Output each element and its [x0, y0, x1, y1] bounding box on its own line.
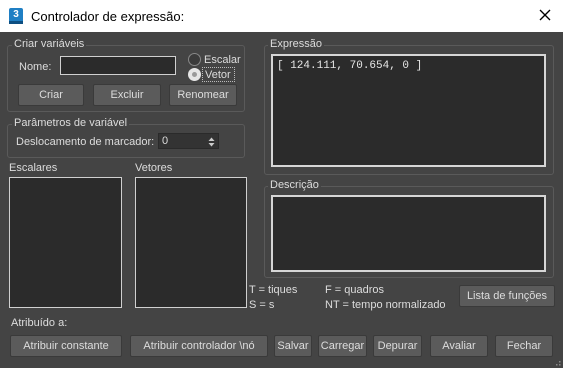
- name-label: Nome:: [19, 61, 52, 73]
- close-icon[interactable]: [536, 6, 554, 24]
- window-title: Controlador de expressão:: [31, 9, 185, 24]
- scalars-list[interactable]: [9, 177, 122, 308]
- assign-controller-button[interactable]: Atribuir controlador \nó: [130, 335, 268, 357]
- offset-value: 0: [162, 135, 169, 147]
- assign-constant-button[interactable]: Atribuir constante: [10, 335, 122, 357]
- vector-radio[interactable]: [188, 68, 201, 81]
- ticks-legend: T = tiques: [249, 284, 298, 296]
- create-variables-label: Criar variáveis: [12, 38, 87, 50]
- scalar-radio-label[interactable]: Escalar: [204, 54, 241, 66]
- create-button[interactable]: Criar: [18, 84, 84, 106]
- evaluate-button[interactable]: Avaliar: [430, 335, 488, 357]
- scalar-radio[interactable]: [188, 53, 201, 66]
- offset-spinner[interactable]: 0: [158, 133, 219, 149]
- vectors-list[interactable]: [135, 177, 247, 308]
- load-button[interactable]: Carregar: [318, 335, 367, 357]
- resize-grip-icon[interactable]: [553, 358, 561, 366]
- normalized-time-legend: NT = tempo normalizado: [325, 299, 446, 311]
- frames-legend: F = quadros: [325, 284, 385, 296]
- app-icon: 3: [9, 8, 23, 24]
- rename-button[interactable]: Renomear: [169, 84, 237, 106]
- vectors-label: Vetores: [135, 162, 173, 174]
- delete-button[interactable]: Excluir: [93, 84, 161, 106]
- seconds-legend: S = s: [249, 299, 275, 311]
- expression-editor[interactable]: [ 124.111, 70.654, 0 ]: [271, 54, 546, 167]
- debug-button[interactable]: Depurar: [373, 335, 422, 357]
- function-list-button[interactable]: Lista de funções: [459, 285, 555, 307]
- description-editor[interactable]: [271, 195, 546, 272]
- assigned-to-label: Atribuído a:: [11, 317, 68, 329]
- name-input[interactable]: [60, 56, 176, 75]
- vector-radio-label[interactable]: Vetor: [205, 69, 231, 81]
- variable-params-label: Parâmetros de variável: [12, 117, 130, 129]
- description-label: Descrição: [268, 179, 321, 191]
- title-bar: 3 Controlador de expressão:: [0, 0, 563, 32]
- spinner-arrows-icon[interactable]: [208, 136, 215, 148]
- expression-label: Expressão: [268, 38, 324, 50]
- close-button[interactable]: Fechar: [495, 335, 553, 357]
- scalars-label: Escalares: [9, 162, 58, 174]
- offset-label: Deslocamento de marcador:: [16, 136, 155, 148]
- save-button[interactable]: Salvar: [274, 335, 312, 357]
